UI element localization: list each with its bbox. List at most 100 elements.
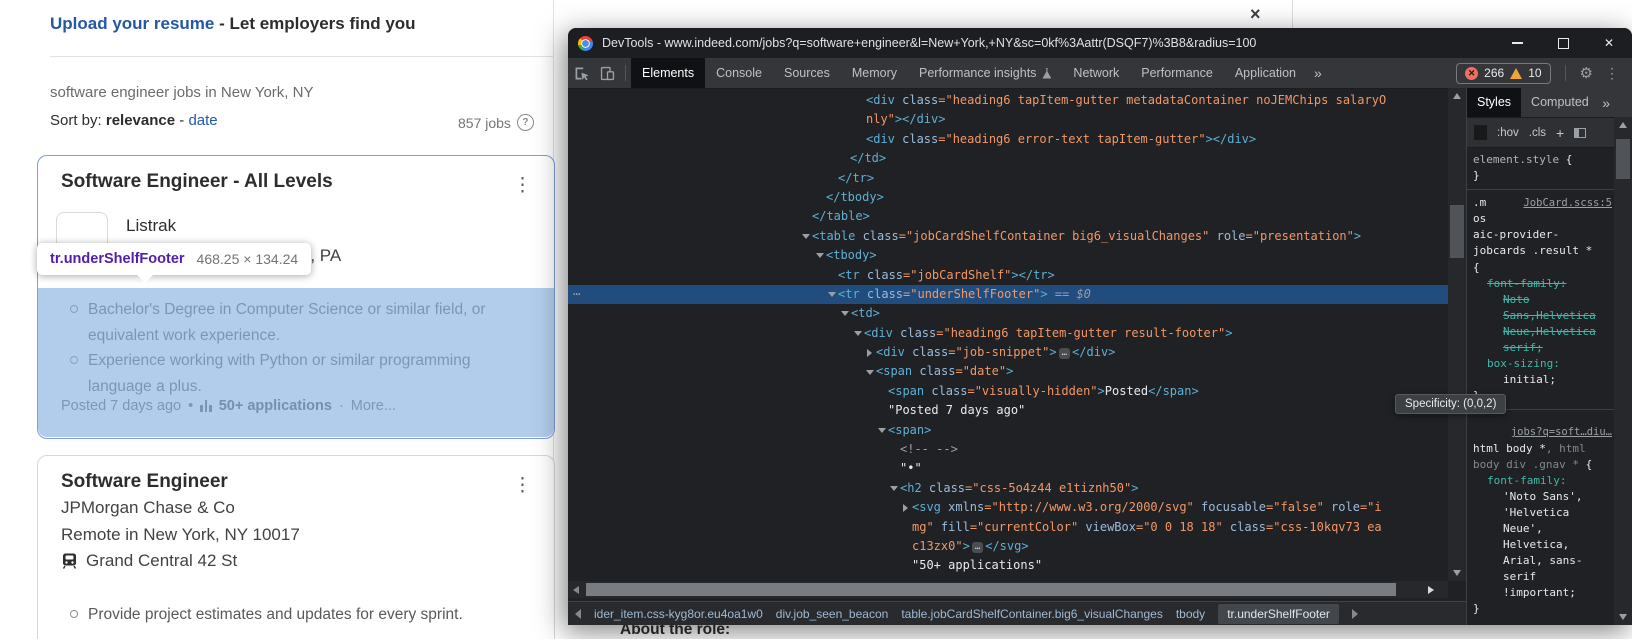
tab-elements[interactable]: Elements	[631, 58, 706, 88]
maximize-button[interactable]	[1540, 28, 1586, 58]
issues-badge[interactable]: ✕ 266 10	[1456, 62, 1551, 84]
tab-performance[interactable]: Performance	[1130, 58, 1224, 88]
devtools-menu-kebab-icon[interactable]: ⋮	[1602, 65, 1622, 82]
stylesheet-link[interactable]: JobCard.scss:5	[1523, 195, 1612, 211]
more-tabs-button[interactable]: »	[1307, 65, 1329, 81]
tab-sources[interactable]: Sources	[773, 58, 841, 88]
style-line[interactable]: initial;	[1473, 372, 1614, 388]
style-line[interactable]: jobcards .result *	[1473, 243, 1614, 259]
style-line[interactable]: font-family:	[1473, 276, 1614, 292]
tree-line[interactable]: "•"	[568, 459, 1448, 478]
collapse-arrow-icon[interactable]	[838, 304, 851, 323]
breadcrumb-item[interactable]: tr.underShelfFooter	[1218, 603, 1339, 624]
collapse-arrow-icon[interactable]	[875, 421, 888, 440]
style-line[interactable]: serif	[1473, 569, 1614, 585]
job-title[interactable]: Software Engineer	[61, 471, 228, 493]
tree-line[interactable]: <span class="visually-hidden">Posted</sp…	[568, 382, 1448, 401]
style-line[interactable]: }	[1473, 601, 1614, 617]
style-line[interactable]: 'Helvetica	[1473, 505, 1614, 521]
tree-line[interactable]: nly"></div>	[568, 110, 1448, 129]
job-title[interactable]: Software Engineer - All Levels	[61, 171, 333, 193]
sidebar-tab-computed[interactable]: Computed	[1521, 88, 1599, 117]
collapse-arrow-icon[interactable]	[887, 479, 900, 498]
style-line[interactable]: }	[1473, 168, 1614, 184]
minimize-button[interactable]	[1494, 28, 1540, 58]
style-line[interactable]: Sans,Helvetica	[1473, 308, 1614, 324]
tree-line[interactable]: ⋯ <tr class="underShelfFooter"> == $0	[568, 284, 1448, 305]
style-line[interactable]: serif;	[1473, 340, 1614, 356]
tree-line[interactable]: "50+ applications"	[568, 556, 1448, 575]
style-line[interactable]: !important;	[1473, 585, 1614, 601]
collapse-arrow-icon[interactable]	[851, 324, 864, 343]
tab-network[interactable]: Network	[1062, 58, 1130, 88]
style-line[interactable]: JobCard.scss:5 .m	[1473, 195, 1614, 211]
elements-vertical-scrollbar[interactable]	[1448, 88, 1466, 581]
inline-expand-button[interactable]: …	[1058, 348, 1071, 360]
job-menu-kebab-icon[interactable]: ⋮	[513, 174, 532, 197]
tree-line[interactable]: c13zx0">… </svg>	[568, 537, 1448, 556]
inspect-element-button[interactable]	[568, 58, 594, 88]
job-menu-kebab-icon[interactable]: ⋮	[513, 474, 532, 497]
tree-line[interactable]: <td>	[568, 304, 1448, 323]
style-line[interactable]: 'Noto Sans',	[1473, 489, 1614, 505]
style-line[interactable]: element.style {	[1473, 152, 1614, 168]
expand-arrow-icon[interactable]	[863, 343, 876, 362]
style-line[interactable]: box-sizing:	[1473, 356, 1614, 372]
tab-console[interactable]: Console	[705, 58, 773, 88]
tree-line[interactable]: </tr>	[568, 169, 1448, 188]
quick-styles-panel-icon[interactable]	[1574, 127, 1587, 138]
style-line[interactable]: jobs?q=soft…diu…	[1473, 424, 1614, 440]
elements-horizontal-scrollbar[interactable]	[568, 581, 1448, 598]
breadcrumb-item[interactable]: tbody	[1176, 607, 1205, 621]
style-line[interactable]: font-family:	[1473, 473, 1614, 489]
tab-performance-insights[interactable]: Performance insights	[908, 58, 1062, 88]
scroll-down-arrow-icon[interactable]	[1614, 610, 1632, 624]
tree-line[interactable]: <span>	[568, 421, 1448, 440]
tree-line[interactable]: </tbody>	[568, 188, 1448, 207]
sidebar-tab-styles[interactable]: Styles	[1467, 88, 1522, 117]
style-line[interactable]: aic-provider-	[1473, 227, 1614, 243]
devtools-titlebar[interactable]: DevTools - www.indeed.com/jobs?q=softwar…	[568, 28, 1632, 58]
style-line[interactable]: os	[1473, 211, 1614, 227]
scroll-down-arrow-icon[interactable]	[1448, 566, 1466, 580]
style-line[interactable]: Noto	[1473, 292, 1614, 308]
tree-line[interactable]: <div class="heading6 tapItem-gutter meta…	[568, 91, 1448, 110]
tab-memory[interactable]: Memory	[841, 58, 908, 88]
collapse-arrow-icon[interactable]	[799, 227, 812, 246]
tree-line[interactable]: </table>	[568, 207, 1448, 226]
style-filter-input[interactable]	[1474, 125, 1487, 140]
toggle-element-state-button[interactable]: :hov	[1497, 127, 1519, 139]
new-style-rule-button[interactable]: +	[1556, 125, 1564, 141]
tree-line[interactable]: <svg xmlns="http://www.w3.org/2000/svg" …	[568, 498, 1448, 517]
tree-line[interactable]: </td>	[568, 149, 1448, 168]
tree-line[interactable]: "Posted 7 days ago"	[568, 401, 1448, 420]
tree-line[interactable]: <div class="job-snippet">… </div>	[568, 343, 1448, 362]
settings-gear-icon[interactable]: ⚙	[1580, 64, 1593, 82]
job-card[interactable]: Software Engineer - All Levels ⋮ ✳ LISTR…	[37, 155, 555, 439]
style-line[interactable]: Neue',	[1473, 521, 1614, 537]
breadcrumb-item[interactable]: ider_item.css-kyg8or.eu4oa1w0	[594, 607, 763, 621]
sort-date-link[interactable]: date	[188, 112, 217, 129]
stylesheet-link[interactable]: jobs?q=soft…diu…	[1511, 424, 1612, 440]
sort-relevance[interactable]: relevance	[106, 112, 175, 129]
style-line[interactable]: body div .gnav * {	[1473, 457, 1614, 473]
close-icon[interactable]: ×	[1250, 4, 1261, 25]
collapse-arrow-icon[interactable]	[863, 362, 876, 381]
device-toolbar-button[interactable]	[594, 58, 620, 88]
style-line[interactable]: {	[1473, 260, 1614, 276]
scroll-up-arrow-icon[interactable]	[1614, 118, 1632, 132]
style-line[interactable]: html body *, html	[1473, 441, 1614, 457]
scrollbar-thumb[interactable]	[586, 583, 1396, 596]
scroll-up-arrow-icon[interactable]	[1448, 89, 1466, 103]
breadcrumb-scroll-left-icon[interactable]	[575, 608, 581, 619]
upload-resume-link[interactable]: Upload your resume	[50, 14, 214, 33]
breadcrumb-item[interactable]: div.job_seen_beacon	[776, 607, 889, 621]
scroll-right-arrow-icon[interactable]	[1424, 581, 1438, 598]
collapse-arrow-icon[interactable]	[825, 285, 838, 304]
tree-line[interactable]: <div class="heading6 error-text tapItem-…	[568, 130, 1448, 149]
scroll-left-arrow-icon[interactable]	[569, 581, 583, 598]
style-line[interactable]: Neue,Helvetica	[1473, 324, 1614, 340]
tree-line[interactable]: <span class="date">	[568, 362, 1448, 381]
tree-line[interactable]: <table class="jobCardShelfContainer big6…	[568, 227, 1448, 246]
scrollbar-thumb[interactable]	[1616, 139, 1630, 179]
